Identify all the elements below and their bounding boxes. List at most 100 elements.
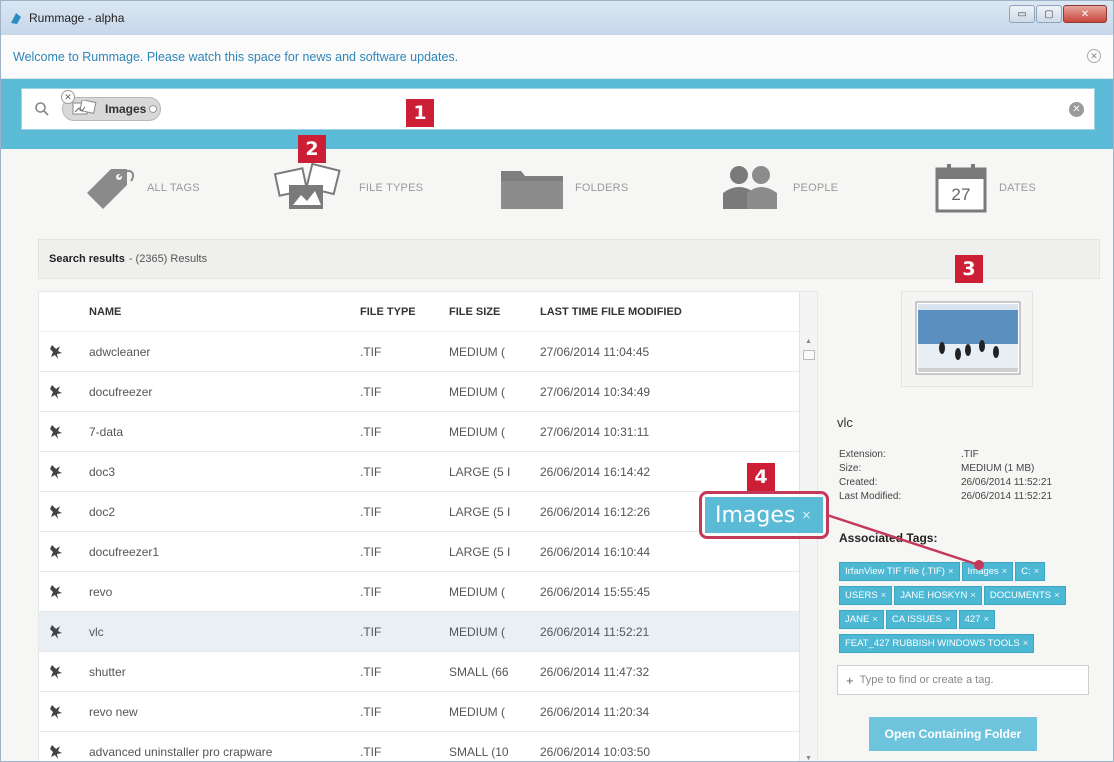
filter-folders[interactable]: FOLDERS: [499, 163, 628, 213]
cell-last-modified: 26/06/2014 11:52:21: [540, 625, 650, 639]
dragged-tag-label: Images: [715, 502, 796, 528]
table-row[interactable]: vlc .TIF MEDIUM (26/06/2014 11:52:21: [39, 612, 799, 652]
search-tag-chip[interactable]: ✕ Images: [61, 90, 162, 121]
cell-name: docufreezer1: [89, 545, 160, 559]
open-containing-folder-button[interactable]: Open Containing Folder: [869, 717, 1037, 751]
associated-tag[interactable]: IrfanView TIF File (.TIF) ×: [839, 562, 960, 581]
scroll-up-icon[interactable]: ▲: [805, 338, 812, 345]
cell-last-modified: 26/06/2014 16:10:44: [540, 545, 651, 559]
file-tag-icon: [50, 745, 62, 759]
detail-key: Size:: [839, 463, 862, 474]
table-row[interactable]: doc2 .TIF LARGE (5 I 26/06/2014 16:12:26: [39, 492, 799, 532]
table-row[interactable]: revo new .TIF MEDIUM (26/06/2014 11:20:34: [39, 692, 799, 732]
detail-key: Created:: [839, 477, 878, 488]
tag-remove-icon[interactable]: ×: [948, 566, 954, 577]
table-row[interactable]: adwcleaner .TIF MEDIUM (27/06/2014 11:04:4…: [39, 332, 799, 372]
associated-tag[interactable]: JANE ×: [839, 610, 884, 629]
folder-icon: [501, 171, 563, 209]
cell-last-modified: 26/06/2014 10:03:50: [540, 745, 651, 759]
cell-file-type: .TIF: [360, 465, 382, 479]
table-row[interactable]: docufreezer .TIF MEDIUM (27/06/2014 10:34:…: [39, 372, 799, 412]
tag-remove-icon[interactable]: ×: [1023, 638, 1029, 649]
cell-file-size: MEDIUM (: [449, 585, 505, 599]
cell-name: docufreezer: [89, 385, 153, 399]
calendar-day: 27: [951, 185, 971, 204]
remove-chip-icon[interactable]: ✕: [61, 90, 75, 104]
associated-tag[interactable]: USERS ×: [839, 586, 893, 605]
tag-input[interactable]: + Type to find or create a tag.: [837, 665, 1089, 695]
filter-people[interactable]: PEOPLE: [717, 163, 838, 213]
file-tag-icon: [50, 625, 62, 639]
cell-file-size: MEDIUM (: [449, 385, 505, 399]
table-row[interactable]: doc3 .TIF LARGE (5 I 26/06/2014 16:14:42: [39, 452, 799, 492]
detail-value: 26/06/2014 11:52:21: [961, 491, 1053, 502]
scroll-thumb[interactable]: [803, 350, 815, 360]
associated-tag[interactable]: DOCUMENTS ×: [983, 586, 1066, 605]
cell-file-size: MEDIUM (: [449, 705, 505, 719]
file-tag-icon: [50, 345, 62, 359]
maximize-button[interactable]: ▢: [1036, 5, 1062, 23]
scroll-down-icon[interactable]: ▼: [805, 755, 812, 761]
dragged-tag[interactable]: Images ×: [699, 491, 829, 539]
clear-search-icon[interactable]: ✕: [1069, 102, 1084, 117]
associated-tag[interactable]: CA ISSUES ×: [885, 610, 957, 629]
close-news-icon[interactable]: ✕: [1087, 49, 1101, 63]
associated-tag[interactable]: Images ×: [961, 562, 1014, 581]
tag-remove-icon[interactable]: ×: [1002, 566, 1008, 577]
column-last-modified[interactable]: LAST TIME FILE MODIFIED: [540, 306, 682, 318]
minimize-button[interactable]: ▭: [1009, 5, 1035, 23]
filter-all-tags[interactable]: ALL TAGS: [81, 163, 200, 213]
detail-value: MEDIUM (1 MB): [961, 463, 1035, 474]
column-file-size[interactable]: FILE SIZE: [449, 306, 500, 318]
cell-file-type: .TIF: [360, 705, 382, 719]
associated-tag[interactable]: FEAT_427 RUBBISH WINDOWS TOOLS ×: [839, 634, 1035, 653]
filter-label: FOLDERS: [575, 182, 629, 194]
cell-last-modified: 26/06/2014 11:47:32: [540, 665, 650, 679]
tag-remove-icon[interactable]: ×: [881, 590, 887, 601]
dragged-tag-remove-icon[interactable]: ×: [801, 508, 811, 522]
cell-name: revo: [89, 585, 113, 599]
tag-remove-icon[interactable]: ×: [1054, 590, 1060, 601]
column-file-type[interactable]: FILE TYPE: [360, 306, 416, 318]
close-button[interactable]: ✕: [1063, 5, 1107, 23]
tag-remove-icon[interactable]: ×: [872, 614, 878, 625]
callout-badge: 1: [406, 99, 434, 127]
cell-file-type: .TIF: [360, 545, 382, 559]
images-icon: [273, 163, 341, 209]
cell-file-size: LARGE (5 I: [449, 545, 511, 559]
detail-key: Extension:: [839, 449, 886, 460]
table-row[interactable]: revo .TIF MEDIUM (26/06/2014 15:55:45: [39, 572, 799, 612]
detail-value: 26/06/2014 11:52:21: [961, 477, 1053, 488]
associated-tag[interactable]: C: ×: [1015, 562, 1046, 581]
callout-badge: 2: [298, 135, 326, 163]
tag-label: JANE HOSKYN: [900, 590, 968, 601]
window-title: Rummage - alpha: [29, 11, 125, 25]
tag-label: C:: [1021, 566, 1031, 577]
cell-file-type: .TIF: [360, 505, 382, 519]
column-name[interactable]: NAME: [89, 306, 121, 318]
tag-remove-icon[interactable]: ×: [945, 614, 951, 625]
cell-last-modified: 27/06/2014 10:31:11: [540, 425, 650, 439]
tag-remove-icon[interactable]: ×: [983, 614, 989, 625]
tag-remove-icon[interactable]: ×: [970, 590, 976, 601]
filter-label: FILE TYPES: [359, 182, 424, 194]
table-row[interactable]: 7-data .TIF MEDIUM (27/06/2014 10:31:11: [39, 412, 799, 452]
cell-name: vlc: [89, 625, 104, 639]
cell-file-type: .TIF: [360, 665, 382, 679]
tag-label: Images: [967, 566, 999, 577]
search-input[interactable]: ✕ Images ✕: [21, 88, 1095, 130]
filter-file-types[interactable]: FILE TYPES: [273, 163, 423, 213]
table-row[interactable]: docufreezer1 .TIF LARGE (5 I 26/06/2014 16:…: [39, 532, 799, 572]
cell-file-size: MEDIUM (: [449, 425, 505, 439]
file-tag-icon: [50, 665, 62, 679]
table-row[interactable]: advanced uninstaller pro crapware .TIF SMA…: [39, 732, 799, 761]
table-row[interactable]: shutter .TIF SMALL (66 26/06/2014 11:47:32: [39, 652, 799, 692]
filter-dates[interactable]: 27 DATES: [933, 163, 1036, 213]
filter-label: DATES: [999, 182, 1036, 194]
associated-tag[interactable]: JANE HOSKYN ×: [894, 586, 982, 605]
news-bar: Welcome to Rummage. Please watch this sp…: [1, 35, 1113, 79]
callout-badge: 4: [747, 463, 775, 491]
results-title: Search results: [49, 253, 125, 265]
associated-tag[interactable]: 427 ×: [958, 610, 996, 629]
tag-remove-icon[interactable]: ×: [1034, 566, 1040, 577]
